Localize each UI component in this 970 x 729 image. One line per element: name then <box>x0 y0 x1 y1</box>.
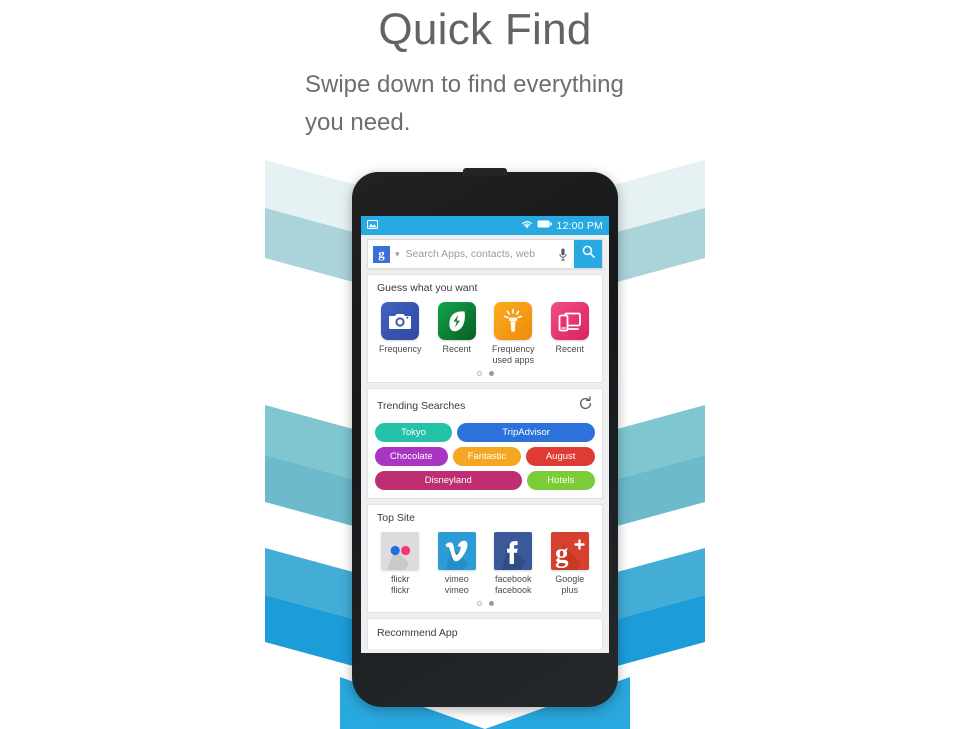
chevron-down-icon[interactable]: ▾ <box>395 249 400 260</box>
trending-pill-row: Chocolate Fantastic August <box>375 447 596 466</box>
site-tile-label: facebook facebook <box>495 574 532 596</box>
site-tile-vimeo[interactable]: vimeo vimeo <box>429 532 485 596</box>
microphone-icon[interactable] <box>554 248 572 261</box>
guess-app-grid: Frequency Recent Frequency used apps Rec… <box>368 296 602 366</box>
site-label-line2: facebook <box>494 585 532 595</box>
trending-searches-card: Trending Searches Tokyo TripAdvisor Choc… <box>367 388 603 499</box>
site-label-line1: flickr <box>391 574 410 584</box>
site-tile-label: flickr flickr <box>391 574 410 596</box>
top-site-card: Top Site flickr flickr vimeo vimeo faceb… <box>367 504 603 613</box>
status-bar-clock: 12:00 PM <box>556 219 603 232</box>
app-tile-label: Frequency <box>378 344 422 354</box>
site-tile-label: Google plus <box>555 574 584 596</box>
phone-earpiece-speaker <box>463 168 507 176</box>
phone-screen: 12:00 PM g ▾ Search Apps, contacts, web <box>361 216 609 653</box>
search-bar[interactable]: g ▾ Search Apps, contacts, web <box>367 239 603 269</box>
site-label-line2: plus <box>561 585 578 595</box>
trending-pill-tripadvisor[interactable]: TripAdvisor <box>457 423 595 442</box>
trending-pill-container: Tokyo TripAdvisor Chocolate Fantastic Au… <box>368 418 602 498</box>
guess-what-you-want-card: Guess what you want Frequency Recent Fre… <box>367 274 603 383</box>
guess-section-title: Guess what you want <box>377 282 478 294</box>
google-plus-icon: g <box>550 532 589 570</box>
trending-pill-disneyland[interactable]: Disneyland <box>375 471 522 490</box>
app-tile-frequency-used-apps-flashlight[interactable]: Frequency used apps <box>485 302 541 366</box>
site-label-line1: vimeo <box>444 574 469 584</box>
battery-icon <box>537 220 553 231</box>
facebook-icon <box>494 532 533 570</box>
app-tile-label: Recent <box>555 344 585 354</box>
app-tile-recent-leaf[interactable]: Recent <box>429 302 485 366</box>
trending-section-title: Trending Searches <box>377 400 466 412</box>
site-label-line1: facebook <box>494 574 532 584</box>
phone-device-mockup: 12:00 PM g ▾ Search Apps, contacts, web <box>352 168 618 707</box>
page-title: Quick Find <box>378 5 592 54</box>
app-tile-label: Frequency used apps <box>491 344 535 365</box>
page-subtitle-line1: Swipe down to find everything <box>305 71 624 98</box>
search-input[interactable]: Search Apps, contacts, web <box>406 248 554 260</box>
app-tile-label: Recent <box>442 344 472 354</box>
guess-page-indicator[interactable] <box>368 366 602 382</box>
refresh-icon[interactable] <box>578 396 593 416</box>
site-tile-flickr[interactable]: flickr flickr <box>372 532 428 596</box>
trending-pill-hotels[interactable]: Hotels <box>526 471 595 490</box>
flashlight-icon <box>494 302 533 340</box>
trending-pill-august[interactable]: August <box>526 447 596 466</box>
svg-text:g: g <box>555 538 569 568</box>
page-dot-active[interactable] <box>488 371 494 376</box>
app-tile-recent-screenmirror[interactable]: Recent <box>542 302 598 366</box>
site-label-line1: Google <box>555 574 585 584</box>
leaf-bolt-icon <box>437 302 476 340</box>
wifi-icon <box>521 220 533 232</box>
google-engine-badge[interactable]: g <box>373 245 390 263</box>
site-label-line2: vimeo <box>444 585 469 595</box>
site-tile-label: vimeo vimeo <box>445 574 469 596</box>
search-icon <box>582 245 595 263</box>
top-site-section-title: Top Site <box>377 512 415 524</box>
page-dot[interactable] <box>476 371 482 376</box>
flickr-icon <box>381 532 420 570</box>
site-tile-facebook[interactable]: facebook facebook <box>485 532 541 596</box>
screen-mirror-icon <box>550 302 589 340</box>
site-tile-google-plus[interactable]: g Google plus <box>542 532 598 596</box>
page-subtitle-line2: you need. <box>305 109 411 136</box>
app-tile-frequency-camera[interactable]: Frequency <box>372 302 428 366</box>
site-label-line2: flickr <box>391 585 410 595</box>
page-dot[interactable] <box>476 601 482 606</box>
top-site-grid: flickr flickr vimeo vimeo facebook faceb… <box>368 526 602 596</box>
header-block: Quick Find Swipe down to find everything… <box>0 0 970 142</box>
vimeo-icon <box>437 532 476 570</box>
camera-icon <box>381 302 420 340</box>
status-bar: 12:00 PM <box>361 216 609 235</box>
page-subtitle: Swipe down to find everything you need. <box>305 66 665 142</box>
search-button[interactable] <box>574 240 602 268</box>
trending-pill-chocolate[interactable]: Chocolate <box>375 447 448 466</box>
trending-pill-fantastic[interactable]: Fantastic <box>452 447 522 466</box>
photo-icon <box>367 219 378 232</box>
top-site-page-indicator[interactable] <box>368 596 602 612</box>
trending-pill-row: Tokyo TripAdvisor <box>375 423 595 442</box>
trending-pill-row: Disneyland Hotels <box>375 471 595 490</box>
recommend-app-section[interactable]: Recommend App <box>367 618 603 649</box>
trending-pill-tokyo[interactable]: Tokyo <box>375 423 453 442</box>
page-dot-active[interactable] <box>488 601 494 606</box>
